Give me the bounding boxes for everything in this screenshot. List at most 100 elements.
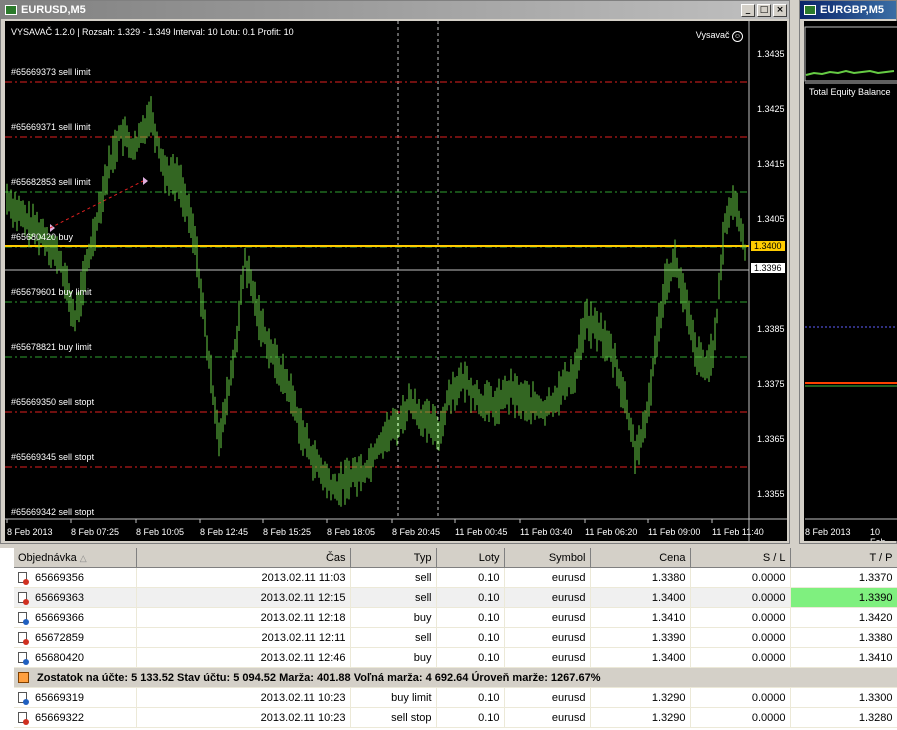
order-time: 2013.02.11 12:11 bbox=[136, 627, 351, 648]
order-tp: 1.3390 bbox=[790, 587, 897, 608]
order-price: 1.3400 bbox=[590, 587, 691, 608]
order-line-label[interactable]: #65679601 buy limit bbox=[11, 287, 92, 297]
order-time: 2013.02.11 10:23 bbox=[136, 707, 351, 728]
order-type: buy bbox=[350, 647, 437, 668]
eurgbp-chart-window[interactable]: EURGBP,M5 Total Equity Balance 8 Feb 201… bbox=[799, 0, 897, 544]
chart-window-icon bbox=[5, 5, 17, 15]
order-time: 2013.02.11 10:23 bbox=[136, 687, 351, 708]
order-time: 2013.02.11 12:18 bbox=[136, 607, 351, 628]
order-tp: 1.3420 bbox=[790, 607, 897, 628]
order-lots: 0.10 bbox=[436, 707, 505, 728]
expert-advisor-label: Vysavač ☺ bbox=[695, 30, 743, 42]
order-symbol: eurusd bbox=[504, 587, 591, 608]
order-time: 2013.02.11 12:15 bbox=[136, 587, 351, 608]
order-row[interactable]: 65672859 2013.02.11 12:11 sell 0.10 eurusd 1.… bbox=[14, 627, 897, 648]
order-row[interactable]: 65669319 2013.02.11 10:23 buy limit 0.10 eur… bbox=[14, 687, 897, 708]
price-axis-label: 1.3435 bbox=[757, 49, 785, 59]
order-type: buy limit bbox=[350, 687, 437, 708]
price-candles bbox=[6, 96, 746, 507]
column-header-symbol[interactable]: Symbol bbox=[504, 548, 591, 568]
order-sl: 0.0000 bbox=[690, 567, 791, 588]
order-arrow-icon bbox=[143, 177, 148, 185]
order-line-label[interactable]: #65669350 sell stopt bbox=[11, 397, 94, 407]
order-document-icon bbox=[18, 632, 29, 646]
time-axis-label: 11 Feb 09:00 bbox=[648, 527, 701, 537]
smiley-icon: ☺ bbox=[732, 31, 743, 42]
orders-table: Objednávka △ Čas Typ Loty Symbol Cena S … bbox=[14, 548, 897, 728]
total-equity-balance-label: Total Equity Balance bbox=[809, 87, 891, 97]
column-header-order[interactable]: Objednávka △ bbox=[14, 548, 137, 568]
order-sl: 0.0000 bbox=[690, 587, 791, 608]
time-axis-label: 11 Feb 06:20 bbox=[585, 527, 638, 537]
time-axis-label: 11 Feb 00:45 bbox=[455, 527, 508, 537]
order-document-icon bbox=[18, 712, 29, 726]
column-header-sl[interactable]: S / L bbox=[690, 548, 791, 568]
order-price: 1.3290 bbox=[590, 687, 691, 708]
time-axis-label: 8 Feb 12:45 bbox=[200, 527, 249, 537]
order-sl: 0.0000 bbox=[690, 627, 791, 648]
minimize-button[interactable]: _ bbox=[741, 3, 755, 17]
order-lots: 0.10 bbox=[436, 687, 505, 708]
price-chart-canvas[interactable] bbox=[5, 21, 787, 541]
maximize-button[interactable]: □ bbox=[757, 3, 771, 17]
order-sl: 0.0000 bbox=[690, 647, 791, 668]
time-axis-label: 8 Feb 2013 bbox=[7, 527, 53, 537]
time-axis-label: 8 Feb 07:25 bbox=[71, 527, 120, 537]
order-time: 2013.02.11 11:03 bbox=[136, 567, 351, 588]
order-ticket: 65672859 bbox=[14, 627, 137, 648]
order-sl: 0.0000 bbox=[690, 707, 791, 728]
eurusd-chart-window[interactable]: EURUSD,M5 _ □ × VYSAVAČ 1.2.0 | Rozsah: … bbox=[0, 0, 790, 544]
order-row[interactable]: 65669356 2013.02.11 11:03 sell 0.10 eurusd 1.… bbox=[14, 567, 897, 588]
column-header-time[interactable]: Čas bbox=[136, 548, 351, 568]
order-document-icon bbox=[18, 572, 29, 586]
eurusd-window-title: EURUSD,M5 bbox=[21, 4, 86, 16]
order-ticket: 65669319 bbox=[14, 687, 137, 708]
time-axis-label: 8 Feb 10:05 bbox=[136, 527, 185, 537]
column-header-tp[interactable]: T / P bbox=[790, 548, 897, 568]
close-button[interactable]: × bbox=[773, 3, 787, 17]
order-line-label[interactable]: #65680420 buy bbox=[11, 232, 73, 242]
eurgbp-chart[interactable]: Total Equity Balance 8 Feb 2013 10 Feb bbox=[804, 21, 897, 541]
table-header-row: Objednávka △ Čas Typ Loty Symbol Cena S … bbox=[14, 548, 897, 568]
price-chart[interactable]: VYSAVAČ 1.2.0 | Rozsah: 1.329 - 1.349 In… bbox=[5, 21, 787, 541]
order-ticket: 65669366 bbox=[14, 607, 137, 628]
account-summary-row: Zostatok na účte: 5 133.52 Stav účtu: 5 … bbox=[14, 667, 897, 688]
order-row[interactable]: 65680420 2013.02.11 12:46 buy 0.10 eurusd 1.3… bbox=[14, 647, 897, 668]
order-tp: 1.3410 bbox=[790, 647, 897, 668]
order-lots: 0.10 bbox=[436, 647, 505, 668]
order-row[interactable]: 65669322 2013.02.11 10:23 sell stop 0.10 eur… bbox=[14, 707, 897, 728]
column-header-type[interactable]: Typ bbox=[350, 548, 437, 568]
order-row[interactable]: 65669366 2013.02.11 12:18 buy 0.10 eurusd 1.3… bbox=[14, 607, 897, 628]
order-line-label[interactable]: #65669373 sell limit bbox=[11, 67, 91, 77]
eurgbp-title-bar[interactable]: EURGBP,M5 bbox=[800, 1, 896, 19]
order-ticket: 65680420 bbox=[14, 647, 137, 668]
order-lots: 0.10 bbox=[436, 587, 505, 608]
order-line-label[interactable]: #65678821 buy limit bbox=[11, 342, 92, 352]
order-symbol: eurusd bbox=[504, 607, 591, 628]
price-axis-label: 1.3385 bbox=[757, 324, 785, 334]
price-axis-label: 1.3415 bbox=[757, 159, 785, 169]
price-axis-label: 1.3425 bbox=[757, 104, 785, 114]
price-axis-label: 1.3396 bbox=[751, 263, 785, 273]
order-row[interactable]: 65669363 2013.02.11 12:15 sell 0.10 eurusd 1.… bbox=[14, 587, 897, 608]
eurgbp-window-title: EURGBP,M5 bbox=[820, 4, 884, 16]
order-symbol: eurusd bbox=[504, 707, 591, 728]
column-header-lots[interactable]: Loty bbox=[436, 548, 505, 568]
account-summary: Zostatok na účte: 5 133.52 Stav účtu: 5 … bbox=[14, 667, 897, 688]
order-price: 1.3290 bbox=[590, 707, 691, 728]
column-header-price[interactable]: Cena bbox=[590, 548, 691, 568]
order-symbol: eurusd bbox=[504, 627, 591, 648]
order-document-icon bbox=[18, 692, 29, 706]
order-line-label[interactable]: #65682853 sell limit bbox=[11, 177, 91, 187]
order-price: 1.3390 bbox=[590, 627, 691, 648]
order-line-label[interactable]: #65669342 sell stopt bbox=[11, 507, 94, 517]
order-line-label[interactable]: #65669345 sell stopt bbox=[11, 452, 94, 462]
order-line-label[interactable]: #65669371 sell limit bbox=[11, 122, 91, 132]
time-axis-label: 8 Feb 15:25 bbox=[263, 527, 312, 537]
price-axis-label: 1.3365 bbox=[757, 434, 785, 444]
order-type: buy bbox=[350, 607, 437, 628]
order-sl: 0.0000 bbox=[690, 607, 791, 628]
eurusd-title-bar[interactable]: EURUSD,M5 _ □ × bbox=[1, 1, 789, 19]
price-axis-label: 1.3405 bbox=[757, 214, 785, 224]
order-tp: 1.3300 bbox=[790, 687, 897, 708]
